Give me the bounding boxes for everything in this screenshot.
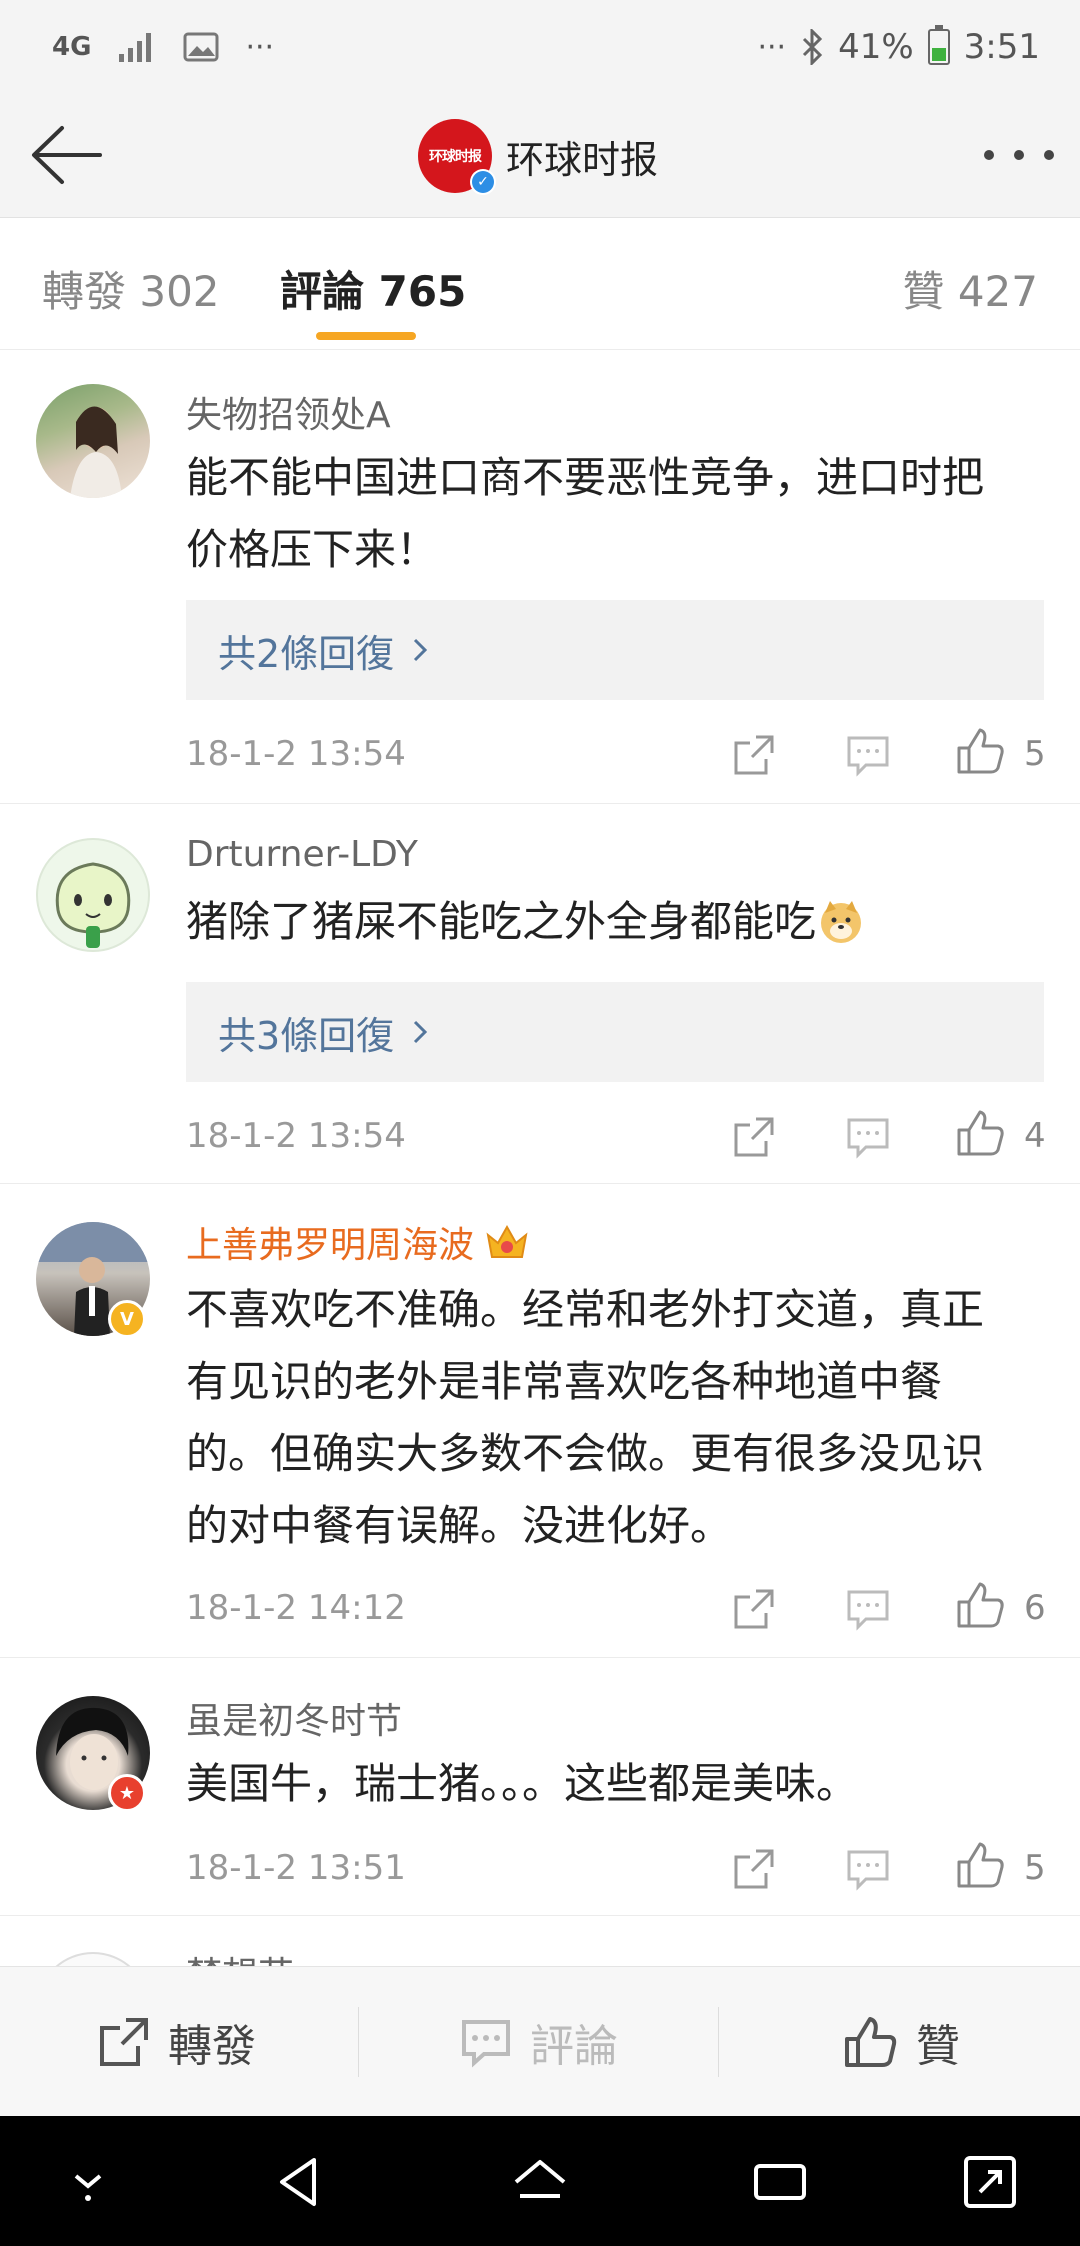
comment-label: 評論: [530, 2021, 618, 2072]
tab-comments[interactable]: 評論 765: [280, 258, 466, 319]
view-replies-button[interactable]: 共3條回復: [186, 982, 1044, 1082]
like-count: 4: [1024, 1116, 1046, 1156]
network-label: 4G: [52, 32, 92, 62]
comment-text: 能不能中国进口商不要恶性竞争，进口时把 价格压下来！: [186, 453, 985, 574]
comment-item: Drturner-LDY 猪除了猪屎不能吃之外全身都能吃 共3條回復 18-1-…: [0, 804, 1080, 1184]
verified-v-badge-icon: V: [108, 1300, 146, 1338]
comment-icon: [462, 2020, 510, 2068]
home-icon[interactable]: [510, 2152, 570, 2212]
like-comment-icon[interactable]: [956, 1840, 1006, 1890]
comment-text: 不喜欢吃不准确。经常和老外打交道，真正 有见识的老外是非常喜欢吃各种地道中餐 的…: [186, 1285, 985, 1550]
account-logo: 环球时报 ✓: [418, 119, 496, 195]
comment-time: 18-1-2 13:54: [186, 1116, 406, 1156]
comment-item: ★ 虽是初冬时节 美国牛，瑞士猪。。。这些都是美味。 18-1-2 13:51 …: [0, 1658, 1080, 1916]
logo-text: 环球时报: [429, 149, 482, 165]
repost-comment-icon[interactable]: [732, 730, 776, 780]
more-options-icon[interactable]: [984, 140, 1054, 170]
top-nav-bar: 环球时报 ✓ 环球时报: [0, 94, 1080, 218]
replies-count-label: 共3條回復: [218, 1013, 395, 1058]
like-label: 贊: [916, 2021, 960, 2072]
comment-item-partial: 梦想花: [0, 1916, 1080, 1966]
verified-badge-icon: ✓: [470, 169, 496, 195]
back-arrow-icon[interactable]: [28, 120, 104, 190]
expand-icon[interactable]: [960, 2152, 1020, 2212]
account-name: 环球时报: [506, 137, 659, 182]
like-count: 5: [1024, 734, 1046, 774]
comment-username: 上善弗罗明周海波: [186, 1225, 475, 1266]
vip-crown-icon: [486, 1224, 528, 1258]
repost-comment-icon[interactable]: [732, 1112, 776, 1162]
avatar[interactable]: [36, 838, 150, 952]
like-button[interactable]: 贊: [844, 1967, 960, 2117]
divider: [358, 2007, 359, 2077]
repost-comment-icon[interactable]: [732, 1584, 776, 1634]
comment-item: 失物招领处A 能不能中国进口商不要恶性竞争，进口时把 价格压下来！ 共2條回復 …: [0, 350, 1080, 804]
repost-icon: [100, 2018, 148, 2066]
like-icon: [845, 2017, 897, 2067]
active-tab-indicator: [316, 332, 416, 340]
repost-comment-icon[interactable]: [732, 1844, 776, 1894]
reply-comment-icon[interactable]: [846, 1112, 890, 1162]
hide-keyboard-icon[interactable]: [58, 2152, 118, 2212]
chevron-right-icon: [414, 1020, 428, 1044]
like-count: 5: [1024, 1848, 1046, 1888]
comment-text: 猪除了猪屎不能吃之外全身都能吃: [186, 886, 1046, 958]
doge-emoji-icon: [821, 901, 862, 943]
divider: [718, 2007, 719, 2077]
repost-button[interactable]: 轉發: [98, 1967, 256, 2117]
reply-comment-icon[interactable]: [846, 730, 890, 780]
comment-username-row[interactable]: 上善弗罗明周海波: [186, 1216, 530, 1268]
comment-time: 18-1-2 13:54: [186, 734, 406, 774]
battery-icon: [927, 25, 950, 65]
chevron-right-icon: [414, 638, 428, 662]
like-comment-icon[interactable]: [956, 1108, 1006, 1158]
bottom-action-bar: 轉發 評論 贊: [0, 1966, 1080, 2116]
reply-comment-icon[interactable]: [846, 1584, 890, 1634]
gallery-icon: [183, 32, 219, 62]
comment-button[interactable]: 評論: [460, 1967, 618, 2117]
back-icon[interactable]: [270, 2152, 330, 2212]
status-more-icon: ···: [757, 29, 787, 65]
recent-apps-icon[interactable]: [750, 2152, 810, 2212]
comment-item: V 上善弗罗明周海波 不喜欢吃不准确。经常和老外打交道，真正 有见识的老外是非常…: [0, 1184, 1080, 1658]
tab-likes[interactable]: 贊 427: [902, 258, 1038, 319]
repost-label: 轉發: [168, 2021, 256, 2072]
comment-username[interactable]: 虽是初冬时节: [186, 1692, 402, 1744]
comment-username[interactable]: Drturner-LDY: [186, 834, 418, 875]
bluetooth-icon: [803, 29, 823, 65]
tab-reposts[interactable]: 轉發 302: [42, 258, 220, 319]
like-count: 6: [1024, 1588, 1046, 1628]
comment-time: 18-1-2 13:51: [186, 1848, 406, 1888]
battery-percent: 41%: [838, 27, 914, 67]
account-header[interactable]: 环球时报 ✓ 环球时报: [418, 118, 659, 195]
tab-bar: 轉發 302 評論 765 贊 427: [0, 218, 1080, 350]
view-replies-button[interactable]: 共2條回復: [186, 600, 1044, 700]
verified-star-badge-icon: ★: [108, 1774, 146, 1812]
comment-text: 美国牛，瑞士猪。。。这些都是美味。: [186, 1759, 859, 1808]
comment-time: 18-1-2 14:12: [186, 1588, 406, 1628]
status-bar: 4G ··· ··· 41% 3:51: [0, 0, 1080, 94]
comment-username[interactable]: 梦想花: [186, 1946, 294, 1966]
like-comment-icon[interactable]: [956, 726, 1006, 776]
avatar[interactable]: [36, 1952, 150, 1966]
notifications-more-icon: ···: [245, 29, 275, 65]
comment-username[interactable]: 失物招领处A: [186, 386, 391, 438]
signal-icon: [119, 33, 152, 62]
system-navigation-bar: [0, 2116, 1080, 2246]
clock: 3:51: [963, 27, 1040, 67]
like-comment-icon[interactable]: [956, 1580, 1006, 1630]
replies-count-label: 共2條回復: [218, 631, 395, 676]
reply-comment-icon[interactable]: [846, 1844, 890, 1894]
avatar[interactable]: [36, 384, 150, 498]
